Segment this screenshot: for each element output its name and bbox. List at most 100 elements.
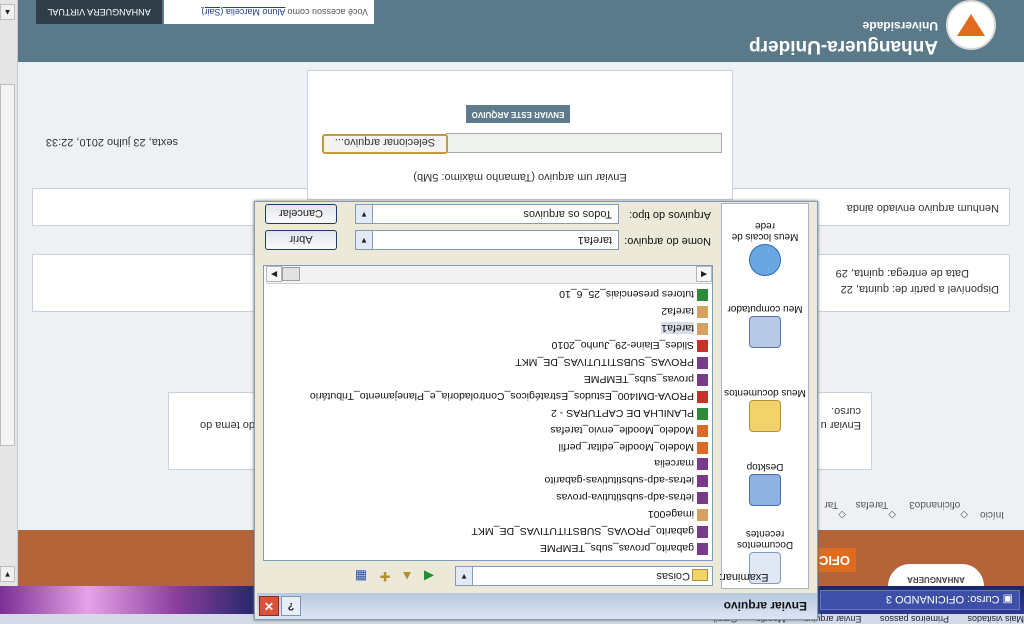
place-desktop[interactable]: Desktop: [722, 461, 808, 506]
pdf-file-icon: [697, 390, 708, 403]
file-name: PROVA-DMI400_Estudos_Estratégicos_Contro…: [309, 389, 694, 402]
img-file-icon: [697, 306, 708, 319]
site-header: Anhanguera-Uniderp Universidade Você ace…: [14, 0, 1024, 62]
file-type-label: Arquivos do tipo:: [629, 209, 711, 221]
scroll-thumb[interactable]: [0, 84, 15, 446]
up-folder-icon[interactable]: ▲: [399, 568, 415, 584]
dialog-titlebar[interactable]: Enviar arquivo ? ✕: [257, 593, 817, 619]
university-logo-icon: [946, 0, 996, 50]
file-name: letras-adp-substitutiva-provas: [556, 491, 694, 504]
img-file-icon: [697, 509, 708, 522]
place-computer[interactable]: Meu computador: [722, 303, 808, 348]
upload-button[interactable]: ENVIAR ESTE ARQUIVO: [466, 105, 570, 123]
help-icon[interactable]: ?: [281, 596, 301, 616]
available-from: Disponível a partir de: quinta, 22: [840, 283, 999, 295]
user-link[interactable]: Aluno Marcelia (Sair): [201, 7, 285, 17]
file-name: marcelia: [654, 457, 694, 470]
breadcrumb-item[interactable]: ◇ Tar: [824, 499, 846, 520]
rar-file-icon: [697, 458, 708, 471]
places-bar: Documentos recentes Desktop Meus documen…: [721, 203, 809, 589]
file-name: tutores presenciais_25_6_10: [559, 288, 694, 301]
bookmark[interactable]: Mais visitados: [967, 614, 1024, 624]
rar-file-icon: [697, 374, 708, 386]
dialog-title: Enviar arquivo: [723, 599, 807, 613]
taskbar-window-button[interactable]: ▣ Curso: OFICINANDO 3: [820, 590, 1020, 610]
footer-logo: ANHANGUERA: [888, 564, 984, 586]
select-file-button[interactable]: Selecionar arquivo...: [322, 134, 448, 154]
documents-folder-icon: [749, 400, 781, 432]
chevron-down-icon[interactable]: ▼: [456, 567, 473, 585]
xls-file-icon: [697, 407, 708, 420]
chevron-down-icon[interactable]: ▼: [356, 205, 373, 223]
xls-file-icon: [697, 289, 708, 302]
file-row[interactable]: Slides_Elaine-29_Junho_2010: [552, 337, 708, 353]
date-time: sexta, 23 julho 2010, 22:33: [45, 136, 178, 148]
file-row[interactable]: gabarito_provas_subs_TEMPME: [540, 540, 708, 556]
file-name: tarefa2: [661, 305, 694, 318]
network-globe-icon: [749, 244, 781, 276]
place-network[interactable]: Meus locais de rede: [722, 220, 808, 276]
wallpaper-strip: [0, 586, 264, 614]
file-row[interactable]: PLANILHA DE CAPTURAS - 2: [551, 405, 708, 421]
cancel-button[interactable]: Cancelar: [265, 204, 337, 224]
file-type-select[interactable]: Todos os arquivos ▼: [355, 204, 619, 224]
virtual-button[interactable]: ANHANGUERA VIRTUAL: [36, 0, 162, 24]
file-row[interactable]: provas_subs_TEMPME: [584, 371, 708, 387]
file-name: tarefa1: [661, 322, 694, 335]
breadcrumb-item[interactable]: ◇ oficinando3: [909, 499, 968, 520]
file-row[interactable]: tutores presenciais_25_6_10: [559, 287, 708, 303]
file-row[interactable]: image001: [648, 506, 708, 522]
rar-file-icon: [697, 492, 708, 505]
file-name-input[interactable]: tarefa1 ▼: [355, 230, 619, 250]
file-name-label: Nome do arquivo:: [624, 235, 711, 247]
max-size-text: Enviar um arquivo (Tamanho máximo: 5Mb): [413, 171, 627, 183]
scroll-right-arrow-icon[interactable]: ▶: [266, 266, 282, 282]
file-path-input[interactable]: [446, 133, 722, 153]
file-row[interactable]: Modelo_Moodle_envio_tarefas: [550, 422, 708, 438]
page-scrollbar[interactable]: ▼ ▲: [0, 0, 18, 586]
file-row[interactable]: marcelia: [654, 456, 708, 472]
file-row[interactable]: letras-adp-substitutivas-gabarito: [545, 472, 708, 488]
breadcrumb-item[interactable]: ◇ Tarefas: [856, 499, 897, 520]
window-icon: ▣: [999, 593, 1013, 605]
view-menu-icon[interactable]: ▦: [353, 568, 369, 584]
chevron-down-icon[interactable]: ▼: [356, 231, 373, 249]
file-row[interactable]: letras-adp-substitutiva-provas: [556, 489, 708, 505]
scroll-left-arrow-icon[interactable]: ◀: [696, 266, 712, 282]
back-icon[interactable]: ◀: [421, 568, 437, 584]
file-name: letras-adp-substitutivas-gabarito: [544, 474, 694, 487]
file-name: gabarito_provas_subs_TEMPME: [539, 542, 694, 554]
file-name: PLANILHA DE CAPTURAS - 2: [551, 406, 694, 419]
place-documents[interactable]: Meus documentos: [722, 387, 808, 432]
folder-icon: [692, 569, 708, 581]
scroll-down-arrow-icon[interactable]: ▼: [0, 566, 15, 582]
file-row[interactable]: Modelo_Moodle_editar_perfil: [559, 439, 708, 455]
file-row[interactable]: gabarito_PROVAS_SUBSTITUTIVAS_DE_MKT: [471, 523, 708, 539]
file-row[interactable]: tarefa1: [661, 320, 708, 336]
open-button[interactable]: Abrir: [265, 230, 337, 250]
ppt-file-icon: [697, 441, 708, 454]
look-in-combo[interactable]: Coisas ▼: [455, 566, 713, 586]
scroll-up-arrow-icon[interactable]: ▲: [0, 4, 15, 20]
university-title: Anhanguera-Uniderp Universidade: [749, 19, 938, 57]
screen-rotated: Mais visitados Primeiros passos Enviar a…: [0, 0, 1024, 624]
list-scroll-thumb[interactable]: [282, 267, 300, 281]
file-name: PROVAS_SUBSTITUTIVAS_DE_MKT: [515, 356, 694, 369]
rar-file-icon: [697, 543, 708, 555]
description-line: Enviar u: [820, 419, 861, 431]
upload-box: Enviar um arquivo (Tamanho máximo: 5Mb) …: [307, 70, 733, 200]
description-line: curso.: [831, 405, 861, 417]
file-name: Slides_Elaine-29_Junho_2010: [551, 339, 694, 352]
img-file-icon: [697, 323, 708, 336]
no-files-text: Nenhum arquivo enviado ainda: [846, 202, 999, 214]
file-row[interactable]: PROVA-DMI400_Estudos_Estratégicos_Contro…: [310, 388, 708, 404]
breadcrumb-item[interactable]: Início: [980, 509, 1004, 520]
close-icon[interactable]: ✕: [259, 596, 279, 616]
new-folder-icon[interactable]: ✚: [377, 568, 393, 584]
file-row[interactable]: PROVAS_SUBSTITUTIVAS_DE_MKT: [515, 354, 708, 370]
file-row[interactable]: tarefa2: [661, 303, 708, 319]
bookmark[interactable]: Primeiros passos: [880, 614, 949, 624]
rar-file-icon: [697, 526, 708, 539]
list-scrollbar[interactable]: ◀ ▶: [266, 266, 712, 284]
file-list[interactable]: ◀ ▶ gabarito_provas_subs_TEMPME gabarito_…: [263, 265, 713, 561]
